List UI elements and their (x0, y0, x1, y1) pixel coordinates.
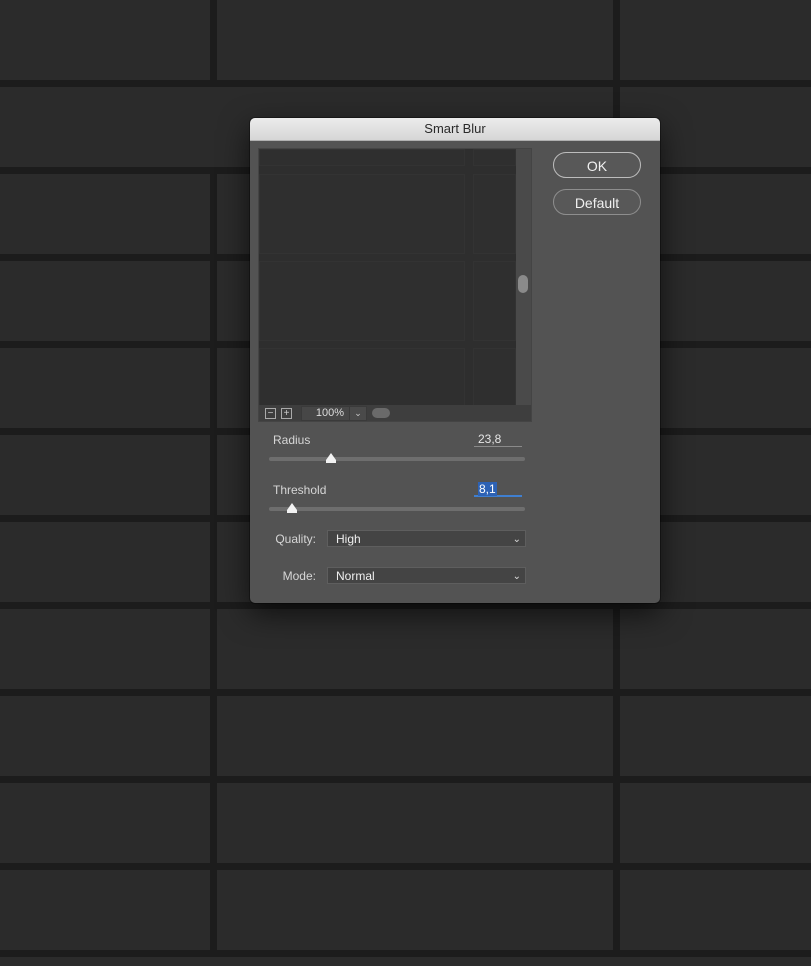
quality-select[interactable]: High ⌄ (327, 530, 526, 547)
quality-value: High (336, 532, 361, 546)
radius-slider[interactable] (269, 457, 525, 461)
chevron-down-icon: ⌄ (512, 571, 521, 582)
zoom-indicator (372, 408, 390, 418)
default-button[interactable]: Default (553, 189, 641, 215)
mode-value: Normal (336, 569, 375, 583)
mode-label: Mode: (282, 569, 316, 583)
radius-field[interactable]: 23,8 (474, 431, 522, 447)
preview-image[interactable] (259, 149, 516, 405)
threshold-slider[interactable] (269, 507, 525, 511)
threshold-label: Threshold (273, 483, 327, 497)
dialog-title[interactable]: Smart Blur (250, 118, 660, 141)
preview-pane: − + 100% ⌄ (258, 148, 532, 422)
chevron-down-icon[interactable]: ⌄ (349, 406, 367, 421)
smart-blur-dialog: Smart Blur − + 100% ⌄ OK Default Radius … (250, 118, 660, 603)
preview-zoom-bar: − + 100% ⌄ (259, 405, 531, 421)
threshold-slider-thumb[interactable] (287, 503, 297, 513)
chevron-down-icon: ⌄ (512, 534, 521, 545)
radius-label: Radius (273, 433, 311, 447)
zoom-in-button[interactable]: + (281, 408, 292, 419)
ok-button[interactable]: OK (553, 152, 641, 178)
threshold-value: 8,1 (478, 482, 497, 496)
radius-slider-thumb[interactable] (326, 453, 336, 463)
mode-select[interactable]: Normal ⌄ (327, 567, 526, 584)
preview-scrollbar[interactable] (516, 149, 531, 405)
quality-label: Quality: (275, 532, 316, 546)
threshold-field[interactable]: 8,1 (474, 481, 522, 497)
preview-scroll-thumb[interactable] (518, 275, 528, 293)
zoom-out-button[interactable]: − (265, 408, 276, 419)
